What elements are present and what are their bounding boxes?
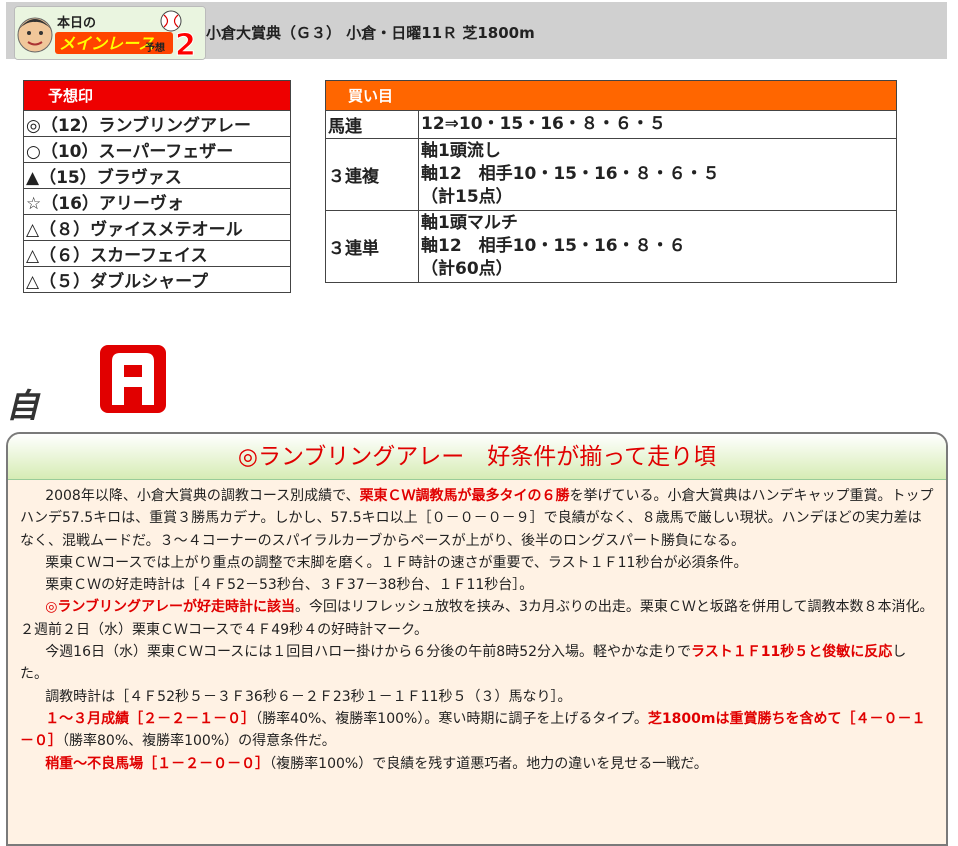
comment-paragraph: 調教時計は［４Ｆ52秒５－３Ｆ36秒６－２Ｆ23秒１－１Ｆ11秒５（３）馬なり］… [45, 688, 572, 705]
comment-paragraph: １～３月成績［２－２－１－０］（勝率40%、複勝率100%）。寒い時期に調子を上… [20, 708, 934, 753]
confidence-rank-a-icon [98, 343, 168, 419]
bet-line: 軸12 相手10・15・16・８・６ [421, 236, 686, 256]
race-title: 小倉大賞典（Ｇ３） 小倉・日曜11Ｒ 芝1800m [206, 24, 535, 42]
comment-box: ◎ランブリングアレー 好条件が揃って走り頃 2008年以降、小倉大賞典の調教コー… [6, 432, 948, 846]
highlight-text: ラスト１Ｆ11秒５と俊敏に反応 [691, 644, 893, 661]
comment-paragraph: 栗東ＣＷの好走時計は［４Ｆ52－53秒台、３Ｆ37－38秒台、１Ｆ11秒台］。 [45, 577, 534, 594]
bet-line: （計60点） [421, 259, 513, 279]
highlight-text: 栗東ＣＷ調教馬が最多タイの６勝 [359, 488, 570, 504]
prediction-row: ☆（16）アリーヴォ [23, 188, 291, 215]
comment-text: 2008年以降、小倉大賞典の調教コース別成績で、 [45, 488, 360, 504]
bets-table: 買い目 馬連 12⇒10・15・16・８・６・５ ３連複 軸1頭流し 軸12 相… [325, 80, 897, 283]
prediction-row: ◎（12）ランブリングアレー [23, 110, 291, 137]
bets-heading: 買い目 [325, 80, 897, 111]
bet-line: 軸1頭マルチ [421, 213, 518, 233]
prediction-marks-table: 予想印 ◎（12）ランブリングアレー ○（10）スーパーフェザー ▲（15）ブラ… [23, 80, 291, 293]
bet-line: 12⇒10・15・16・８・６・５ [421, 114, 666, 134]
prediction-row: △（８）ヴァイスメテオール [23, 214, 291, 241]
svg-text:2: 2 [175, 28, 196, 59]
prediction-row: ▲（15）ブラヴァス [23, 162, 291, 189]
svg-text:本日の: 本日の [57, 15, 96, 31]
comment-body: 2008年以降、小倉大賞典の調教コース別成績で、栗東ＣＷ調教馬が最多タイの６勝を… [8, 480, 946, 775]
prediction-marks-heading: 予想印 [23, 80, 291, 111]
prediction-row: △（５）ダブルシャープ [23, 266, 291, 293]
bet-type: ３連複 [325, 138, 419, 211]
bet-line: （計15点） [421, 187, 513, 207]
highlight-text: １～３月成績［２－２－１－０］ [45, 710, 256, 727]
bet-type: ３連単 [325, 210, 419, 283]
bet-line: 軸12 相手10・15・16・８・６・５ [421, 164, 720, 184]
bet-detail: 軸1頭マルチ 軸12 相手10・15・16・８・６ （計60点） [418, 210, 897, 283]
prediction-row: △（６）スカーフェイス [23, 240, 291, 267]
comment-paragraph: 今週16日（水）栗東ＣＷコースには１回目ハロー掛けから６分後の午前8時52分入場… [20, 641, 934, 686]
bet-detail: 12⇒10・15・16・８・６・５ [418, 110, 897, 139]
main-race-logo[interactable]: 本日の メインレース 予想 2 [14, 6, 206, 60]
prediction-row: ○（10）スーパーフェザー [23, 136, 291, 163]
highlight-text: 稍重～不良馬場［１－２－０－０］ [45, 755, 270, 772]
highlight-text: ◎ランブリングアレーが好走時計に該当 [45, 599, 295, 616]
comment-paragraph: 2008年以降、小倉大賞典の調教コース別成績で、栗東ＣＷ調教馬が最多タイの６勝を… [20, 485, 934, 552]
bet-detail: 軸1頭流し 軸12 相手10・15・16・８・６・５ （計15点） [418, 138, 897, 211]
comment-text: （勝率80%、複勝率100%）の得意条件だ。 [62, 733, 336, 750]
comment-heading: ◎ランブリングアレー 好条件が揃って走り頃 [8, 434, 946, 480]
bet-type: 馬連 [325, 110, 419, 139]
comment-paragraph: 稍重～不良馬場［１－２－０－０］（複勝率100%）で良績を残す道悪巧者。地力の違… [20, 753, 934, 775]
bet-line: 軸1頭流し [421, 141, 501, 161]
comment-text: （複勝率100%）で良績を残す道悪巧者。地力の違いを見せる一戦だ。 [269, 755, 708, 772]
comment-text: （勝率40%、複勝率100%）。寒い時期に調子を上げるタイプ。 [255, 710, 648, 727]
comment-paragraph: ◎ランブリングアレーが好走時計に該当。今回はリフレッシュ放牧を挟み、3カ月ぶりの… [20, 596, 934, 641]
svg-text:メインレース: メインレース [59, 34, 154, 53]
comment-paragraph: 栗東ＣＷコースでは上がり重点の調整で末脚を磨く。１Ｆ時計の速さが重要で、ラスト１… [45, 554, 748, 571]
header-bar: 本日の メインレース 予想 2 小倉大賞典（Ｇ３） 小倉・日曜11Ｒ 芝1800… [6, 2, 947, 60]
comment-text: 今週16日（水）栗東ＣＷコースには１回目ハロー掛けから６分後の午前8時52分入場… [45, 644, 692, 661]
svg-text:予想: 予想 [145, 41, 165, 54]
